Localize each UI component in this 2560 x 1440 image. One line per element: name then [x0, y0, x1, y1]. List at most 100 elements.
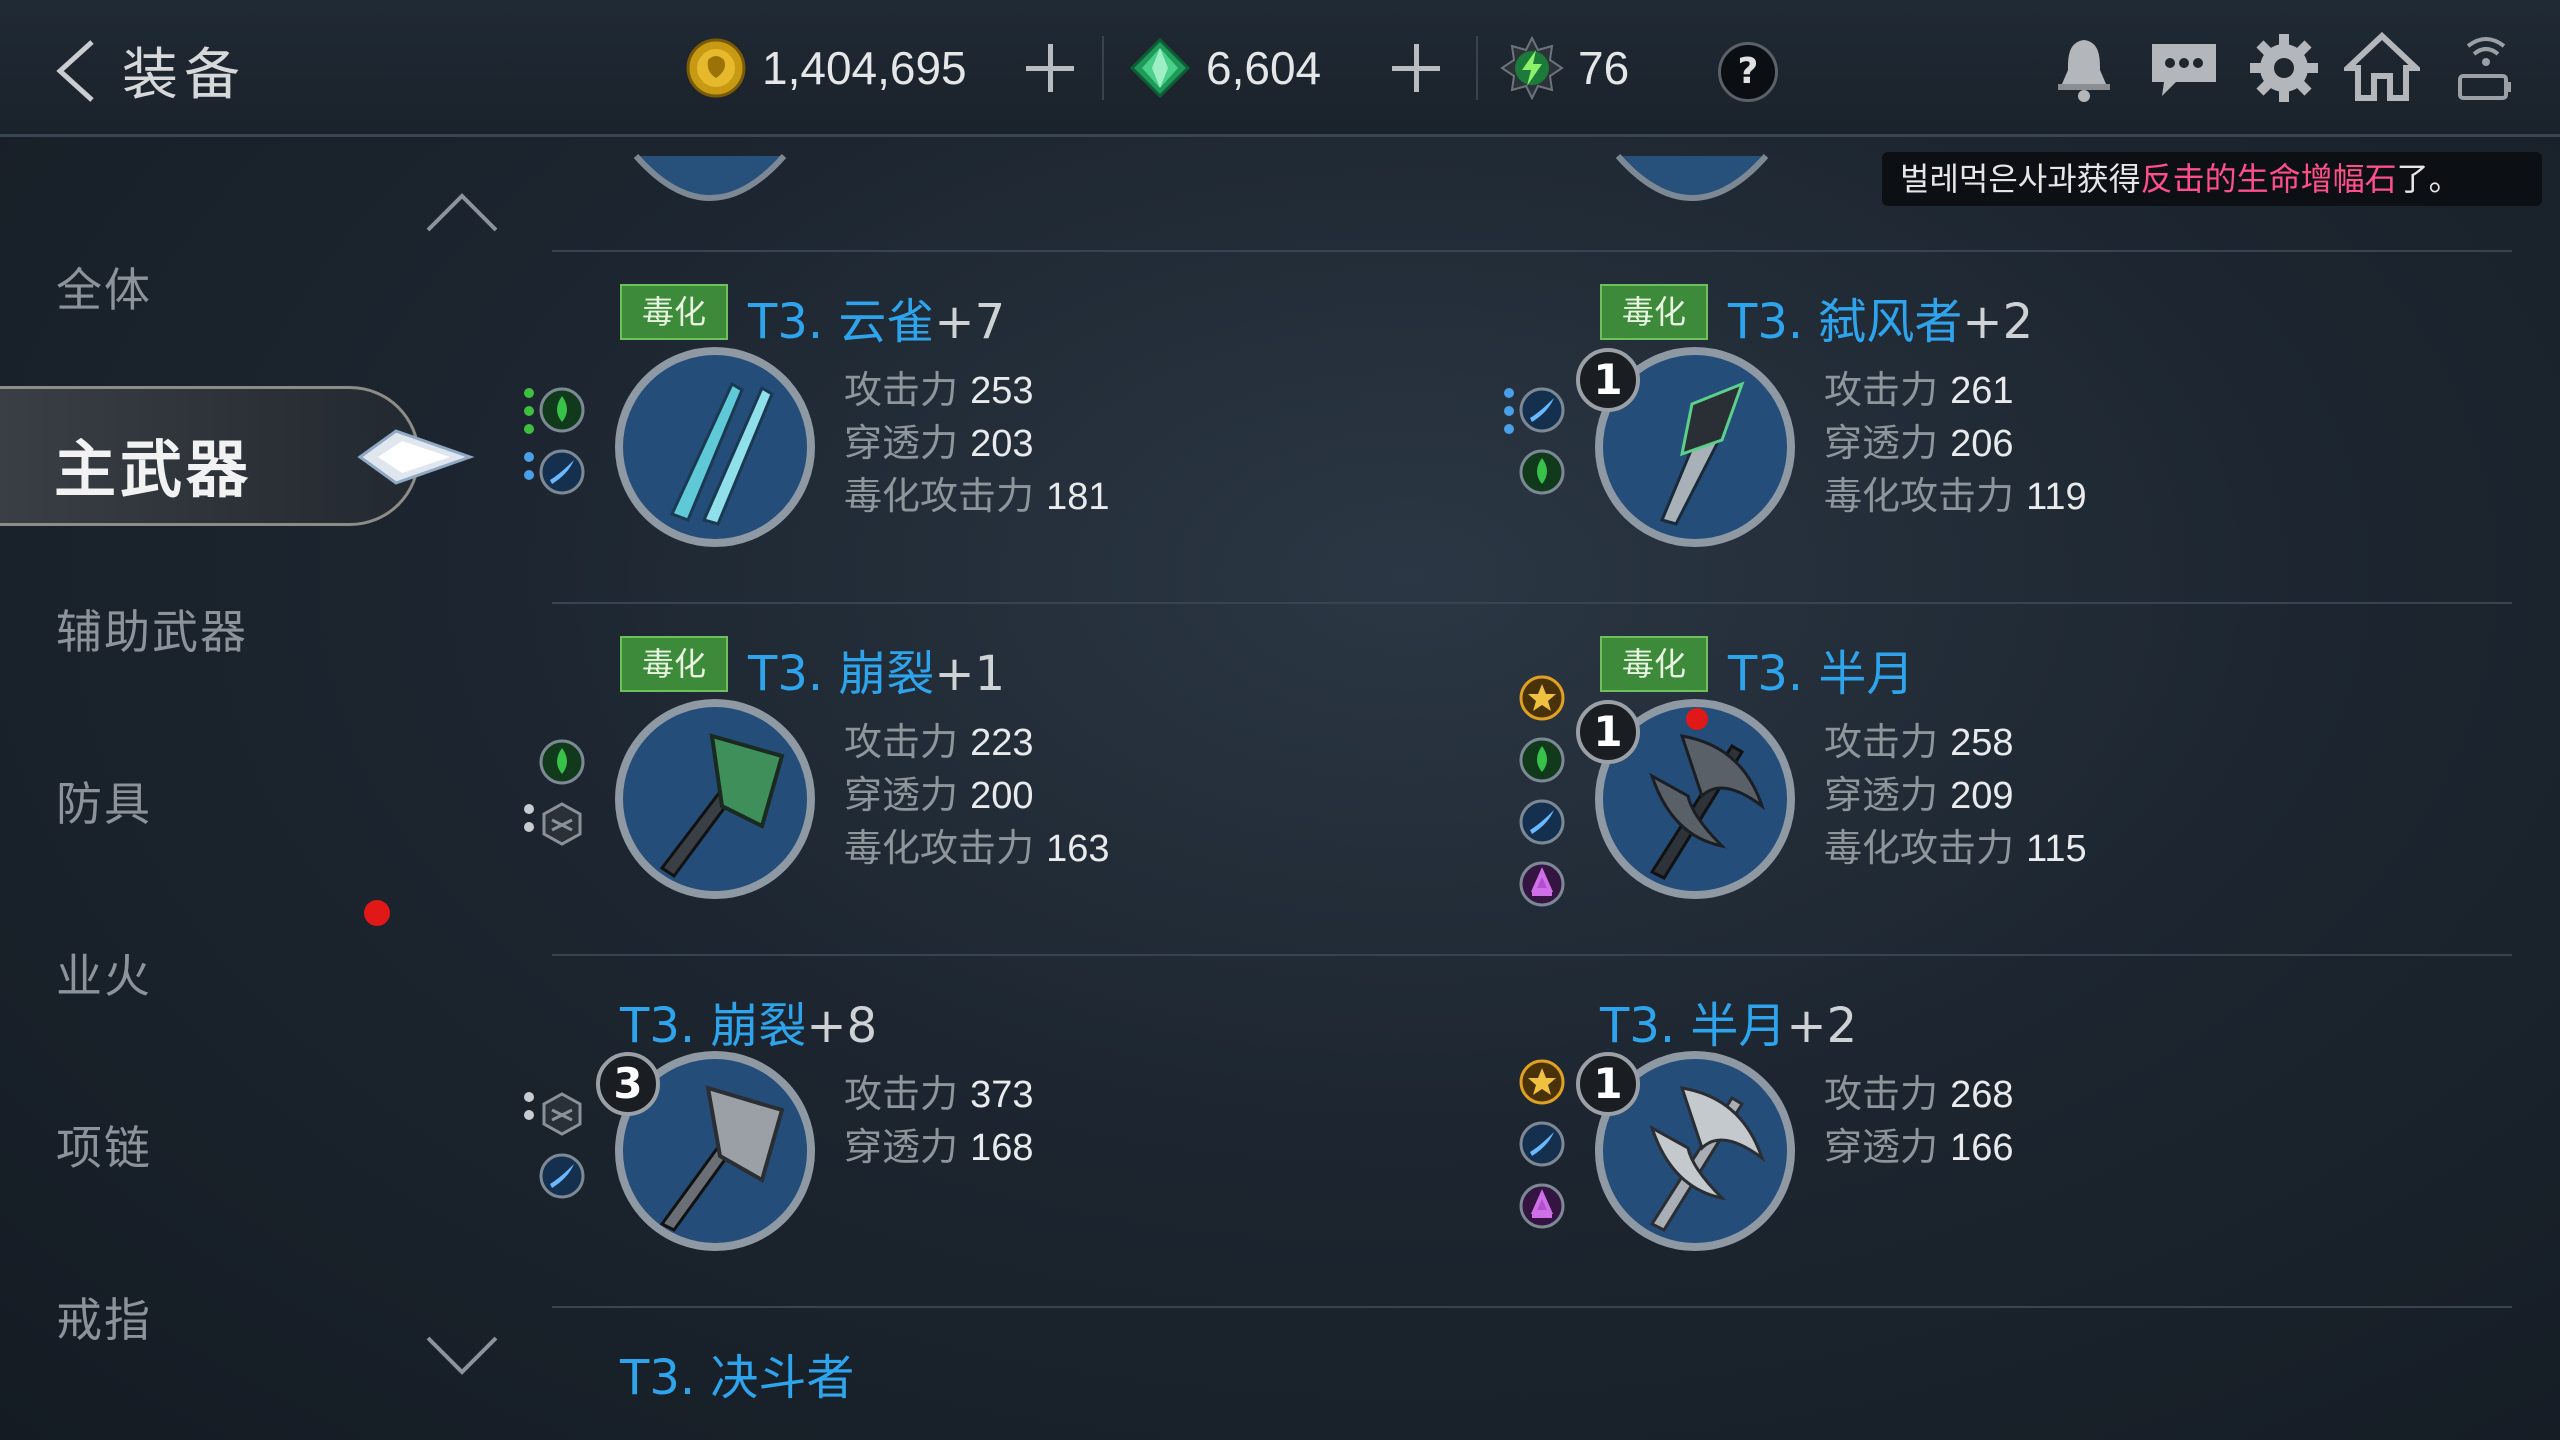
purple-gem-icon	[1518, 860, 1566, 908]
empty-slot-icon	[538, 800, 586, 848]
wifi-battery-icon	[2458, 37, 2511, 100]
chevron-up-icon	[426, 193, 498, 232]
scroll-down-button[interactable]	[424, 1334, 500, 1378]
stat-row: 攻击力 258	[1824, 720, 2014, 764]
slot-dots	[1504, 388, 1514, 442]
item-name: T3. 弑风者+2	[1728, 294, 2034, 350]
poison-tag: 毒化	[1600, 284, 1708, 340]
item-stats: 攻击力 253 穿透力 203 毒化攻击力 181	[844, 364, 1110, 523]
new-item-dot	[1686, 708, 1708, 730]
stat-row: 攻击力 261	[1824, 368, 2014, 412]
equipment-item[interactable]: T3. 半月+2 1 攻击力 268 穿透力 166	[1519, 968, 2492, 1308]
home-button[interactable]	[2340, 30, 2424, 106]
sidebar-item-label: 主武器	[54, 433, 253, 506]
sidebar-notification-dot	[364, 900, 390, 926]
gold-coin-icon	[686, 38, 746, 98]
notification-button[interactable]	[2046, 30, 2122, 106]
equipment-item[interactable]: 毒化 T3. 云雀+7 攻击力 253 穿透力 203 毒化攻击力 181	[524, 264, 1512, 604]
stat-row: 毒化攻击力 119	[1824, 474, 2087, 518]
item-level-badge: 3	[596, 1052, 660, 1116]
poison-gem-icon	[538, 738, 586, 786]
poison-tag: 毒化	[1600, 636, 1708, 692]
home-icon	[2340, 31, 2424, 101]
settings-button[interactable]	[2246, 30, 2322, 106]
equipment-item[interactable]: T3. 崩裂+8 3 攻击力 373 穿透力 168	[524, 968, 1512, 1308]
sidebar-item-necklace[interactable]: 项链	[56, 1112, 152, 1178]
item-stats: 攻击力 373 穿透力 168	[844, 1068, 1034, 1174]
stat-row: 穿透力 168	[844, 1125, 1034, 1169]
sidebar-item-hellfire[interactable]: 业火	[56, 940, 152, 1006]
star-gem-icon	[1518, 1058, 1566, 1106]
chevron-left-icon	[56, 40, 94, 102]
divider	[1102, 36, 1104, 100]
poison-tag: 毒化	[620, 284, 728, 340]
chat-button[interactable]	[2146, 30, 2222, 106]
slot-dots	[524, 1092, 534, 1128]
wind-gem-icon	[538, 1152, 586, 1200]
selected-gem-icon	[357, 429, 475, 485]
purple-gem-icon	[1518, 1182, 1566, 1230]
item-level-badge: 1	[1576, 1052, 1640, 1116]
poison-gem-icon	[1518, 736, 1566, 784]
notice-text: 了。	[2396, 160, 2461, 198]
poison-tag: 毒化	[620, 636, 728, 692]
row-divider	[552, 250, 2512, 252]
stat-row: 穿透力 206	[1824, 421, 2014, 465]
energy-display: 76	[1500, 28, 1629, 108]
empty-slot-icon	[538, 1090, 586, 1138]
item-name: T3. 崩裂+8	[620, 998, 878, 1054]
item-name: T3. 决斗者	[620, 1350, 855, 1406]
back-button[interactable]	[52, 38, 102, 104]
sidebar-item-sub-weapon[interactable]: 辅助武器	[56, 596, 248, 662]
item-name: T3. 云雀+7	[748, 294, 1006, 350]
stat-row: 毒化攻击力 115	[1824, 826, 2087, 870]
equipment-item[interactable]: 毒化 T3. 弑风者+2 1 攻击力 261 穿透力 206 毒化攻击力 119	[1504, 264, 2492, 604]
wind-gem-icon	[538, 448, 586, 496]
slot-dots	[524, 452, 534, 488]
item-stats: 攻击力 223 穿透力 200 毒化攻击力 163	[844, 716, 1110, 875]
stat-row: 穿透力 200	[844, 773, 1034, 817]
chat-bubble-icon	[2152, 44, 2216, 96]
system-notice: 벌레먹은사과获得反击的生命增幅石了。	[1882, 152, 2542, 206]
gear-icon	[2250, 34, 2318, 102]
sidebar-item-ring[interactable]: 戒指	[56, 1284, 152, 1350]
bell-icon	[2058, 40, 2110, 102]
stat-row: 攻击力 223	[844, 720, 1034, 764]
item-stats: 攻击力 261 穿透力 206 毒化攻击力 119	[1824, 364, 2087, 523]
stat-row: 穿透力 209	[1824, 773, 2014, 817]
weapon-icon-partial	[1615, 154, 1769, 201]
sidebar-item-armor[interactable]: 防具	[56, 768, 152, 834]
gold-display: 1,404,695	[684, 28, 967, 108]
poison-gem-icon	[1518, 448, 1566, 496]
wind-gem-icon	[1518, 798, 1566, 846]
item-level-badge: 1	[1576, 700, 1640, 764]
sidebar-item-all[interactable]: 全体	[56, 254, 152, 320]
item-stats: 攻击力 268 穿透力 166	[1824, 1068, 2014, 1174]
item-stats: 攻击力 258 穿透力 209 毒化攻击力 115	[1824, 716, 2087, 875]
divider	[1476, 36, 1478, 100]
stat-row: 毒化攻击力 181	[844, 474, 1110, 518]
add-gem-button[interactable]	[1388, 40, 1444, 96]
add-gold-button[interactable]	[1022, 40, 1078, 96]
top-bar: 装备 1,404,695 6,604 76 ?	[0, 0, 2560, 137]
stat-row: 穿透力 203	[844, 421, 1034, 465]
chevron-down-icon	[426, 1336, 498, 1375]
stat-row: 攻击力 253	[844, 368, 1034, 412]
equipment-item[interactable]: T3. 决斗者	[552, 1320, 1512, 1440]
star-gem-icon	[1518, 674, 1566, 722]
help-button[interactable]: ?	[1718, 42, 1778, 102]
stat-row: 穿透力 166	[1824, 1125, 2014, 1169]
poison-gem-icon	[538, 386, 586, 434]
energy-icon	[1500, 36, 1564, 100]
green-gem-icon	[1129, 37, 1191, 99]
equipment-item[interactable]: 毒化 T3. 半月 1 攻击力 258 穿透力 209 毒化攻击力 115	[1519, 616, 2492, 956]
equipment-item[interactable]: 毒化 T3. 崩裂+1 攻击力 223 穿透力 200 毒化攻击力 163	[524, 616, 1512, 956]
stat-row: 攻击力 268	[1824, 1072, 2014, 1116]
wind-gem-icon	[1518, 1120, 1566, 1168]
gem-amount: 6,604	[1206, 42, 1322, 94]
stat-row: 毒化攻击力 163	[844, 826, 1110, 870]
slot-dots	[524, 804, 534, 840]
sidebar-item-main-weapon[interactable]: 主武器	[0, 386, 475, 526]
item-level-badge: 1	[1576, 348, 1640, 412]
scroll-up-button[interactable]	[424, 190, 500, 234]
